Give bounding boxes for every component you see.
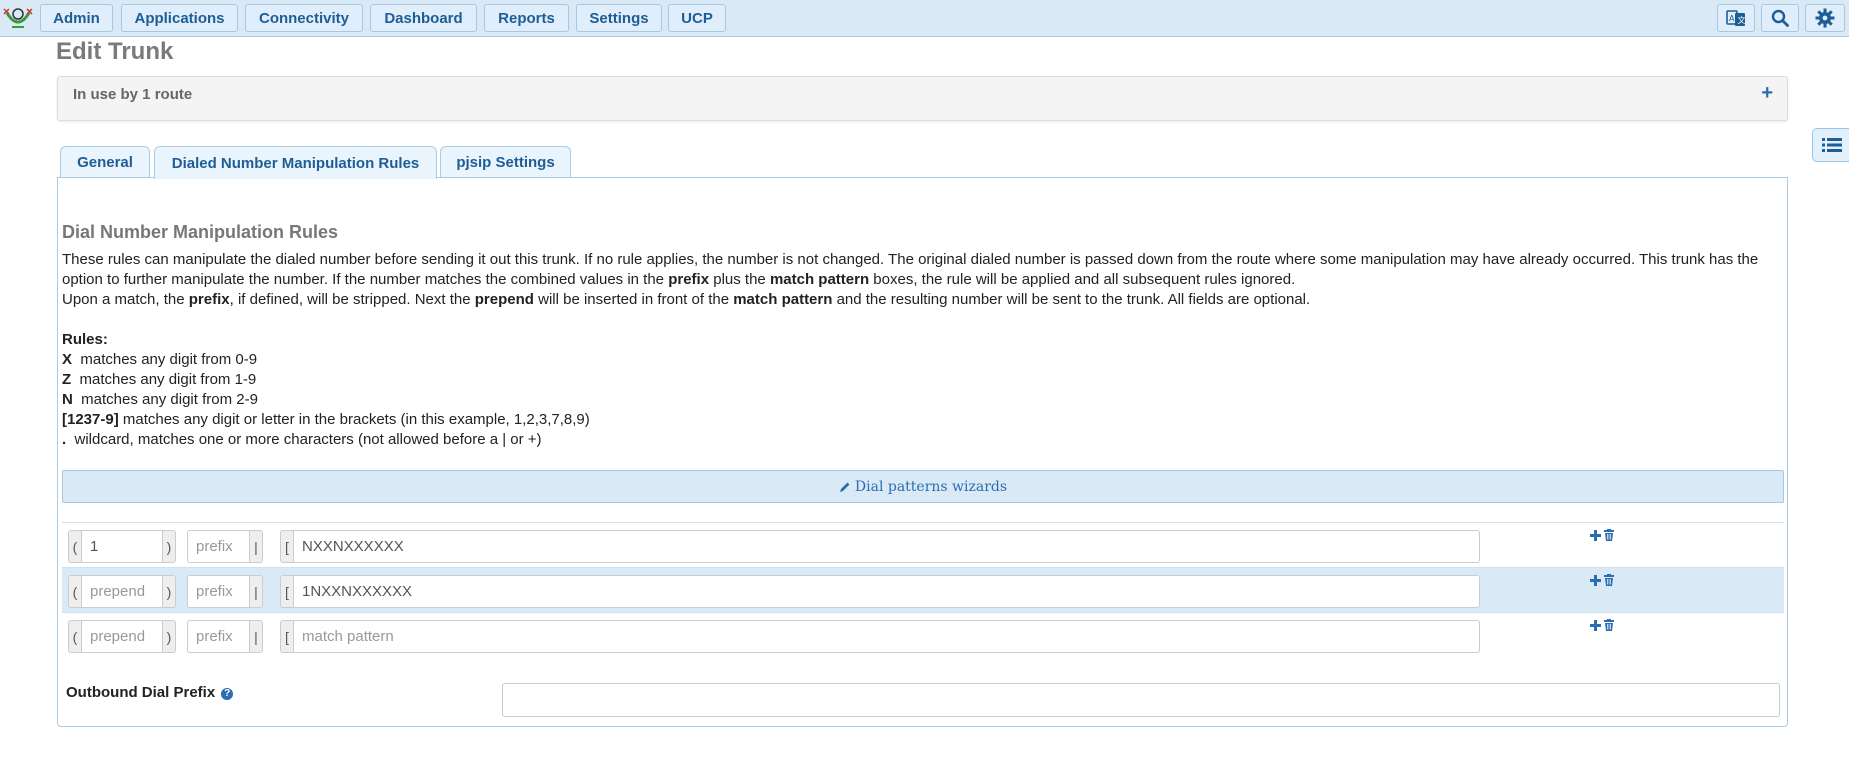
- rule-item: N matches any digit from 2-9: [62, 391, 258, 408]
- nav-ucp[interactable]: UCP: [668, 4, 726, 32]
- rules-title: Rules:: [62, 331, 108, 348]
- prepend-input[interactable]: [81, 620, 163, 653]
- match-pattern-input[interactable]: [293, 620, 1480, 653]
- prefix-pipe: |: [250, 575, 263, 608]
- search-button[interactable]: [1761, 4, 1799, 32]
- prepend-close-paren: ): [163, 575, 176, 608]
- rule-item: . wildcard, matches one or more characte…: [62, 431, 542, 448]
- delete-row-trash-icon[interactable]: [1604, 619, 1614, 631]
- section-title: Dial Number Manipulation Rules: [62, 222, 339, 242]
- list-icon: [1822, 138, 1842, 152]
- rule-item: Z matches any digit from 1-9: [62, 371, 257, 388]
- tab-general[interactable]: General: [60, 146, 150, 178]
- wizard-label: Dial patterns wizards: [854, 478, 1008, 495]
- prefix-group: |: [187, 620, 263, 653]
- page-title: Edit Trunk: [56, 38, 174, 65]
- match-pattern-group: [: [280, 620, 1480, 653]
- tab-pjsip-settings[interactable]: pjsip Settings: [440, 146, 571, 178]
- rule-item: [1237-9] matches any digit or letter in …: [62, 411, 590, 428]
- match-pattern-input[interactable]: [293, 575, 1480, 608]
- sidebar-toggle-button[interactable]: [1812, 128, 1849, 162]
- description-paragraph-1: These rules can manipulate the dialed nu…: [62, 251, 1759, 288]
- expand-plus-icon[interactable]: +: [1761, 82, 1773, 105]
- dial-patterns-wizard-button[interactable]: Dial patterns wizards: [62, 470, 1784, 503]
- match-pattern-input[interactable]: [293, 530, 1480, 563]
- prepend-open-paren: (: [68, 575, 81, 608]
- language-button[interactable]: A 文: [1717, 4, 1755, 32]
- match-pattern-group: [: [280, 530, 1480, 563]
- prepend-group: ( ): [68, 620, 176, 653]
- row-actions: [1590, 529, 1614, 541]
- dial-pattern-row: ( ) | [: [62, 522, 1784, 567]
- prefix-group: |: [187, 575, 263, 608]
- prepend-group: ( ): [68, 575, 176, 608]
- outbound-dial-prefix-label: Outbound Dial Prefix?: [66, 684, 234, 701]
- row-actions: [1590, 574, 1614, 586]
- svg-text:文: 文: [1738, 15, 1746, 25]
- description-paragraph-2: Upon a match, the prefix, if defined, wi…: [62, 291, 1311, 308]
- prepend-open-paren: (: [68, 620, 81, 653]
- match-pattern-group: [: [280, 575, 1480, 608]
- match-open-bracket: [: [280, 620, 293, 653]
- nav-dashboard[interactable]: Dashboard: [370, 4, 477, 32]
- prepend-input[interactable]: [81, 530, 163, 563]
- gear-icon: [1815, 8, 1835, 28]
- match-open-bracket: [: [280, 575, 293, 608]
- freepbx-logo-icon[interactable]: [2, 5, 34, 31]
- add-row-plus-icon[interactable]: [1590, 574, 1601, 586]
- rules-description: These rules can manipulate the dialed nu…: [62, 250, 1787, 310]
- route-usage-panel[interactable]: In use by 1 route +: [57, 76, 1788, 121]
- route-usage-label: In use by 1 route: [73, 86, 193, 103]
- pattern-rules-list: Rules: X matches any digit from 0-9 Z ma…: [62, 330, 590, 450]
- match-open-bracket: [: [280, 530, 293, 563]
- rule-item: X matches any digit from 0-9: [62, 351, 258, 368]
- add-row-plus-icon[interactable]: [1590, 529, 1601, 541]
- help-question-icon[interactable]: ?: [221, 687, 234, 700]
- nav-applications[interactable]: Applications: [121, 4, 238, 32]
- svg-text:A: A: [1729, 14, 1735, 23]
- prepend-close-paren: ): [163, 620, 176, 653]
- delete-row-trash-icon[interactable]: [1604, 529, 1614, 541]
- delete-row-trash-icon[interactable]: [1604, 574, 1614, 586]
- nav-settings[interactable]: Settings: [576, 4, 662, 32]
- nav-admin[interactable]: Admin: [40, 4, 113, 32]
- prefix-input[interactable]: [187, 620, 250, 653]
- settings-button[interactable]: [1805, 4, 1845, 32]
- pencil-icon: [839, 482, 850, 492]
- nav-reports[interactable]: Reports: [484, 4, 569, 32]
- prefix-input[interactable]: [187, 575, 250, 608]
- prepend-open-paren: (: [68, 530, 81, 563]
- top-navigation-bar: Admin Applications Connectivity Dashboar…: [0, 0, 1849, 37]
- prepend-group: ( ): [68, 530, 176, 563]
- prefix-group: |: [187, 530, 263, 563]
- prepend-close-paren: ): [163, 530, 176, 563]
- prepend-input[interactable]: [81, 575, 163, 608]
- prefix-input[interactable]: [187, 530, 250, 563]
- dial-pattern-row: ( ) | [: [62, 612, 1784, 657]
- dial-pattern-row: ( ) | [: [62, 567, 1784, 612]
- nav-connectivity[interactable]: Connectivity: [245, 4, 363, 32]
- prefix-pipe: |: [250, 620, 263, 653]
- tab-dialed-number-manipulation-rules[interactable]: Dialed Number Manipulation Rules: [154, 146, 437, 179]
- outbound-dial-prefix-input[interactable]: [502, 683, 1780, 717]
- prefix-pipe: |: [250, 530, 263, 563]
- add-row-plus-icon[interactable]: [1590, 619, 1601, 631]
- search-icon: [1771, 9, 1789, 27]
- language-icon: A 文: [1726, 10, 1746, 26]
- row-actions: [1590, 619, 1614, 631]
